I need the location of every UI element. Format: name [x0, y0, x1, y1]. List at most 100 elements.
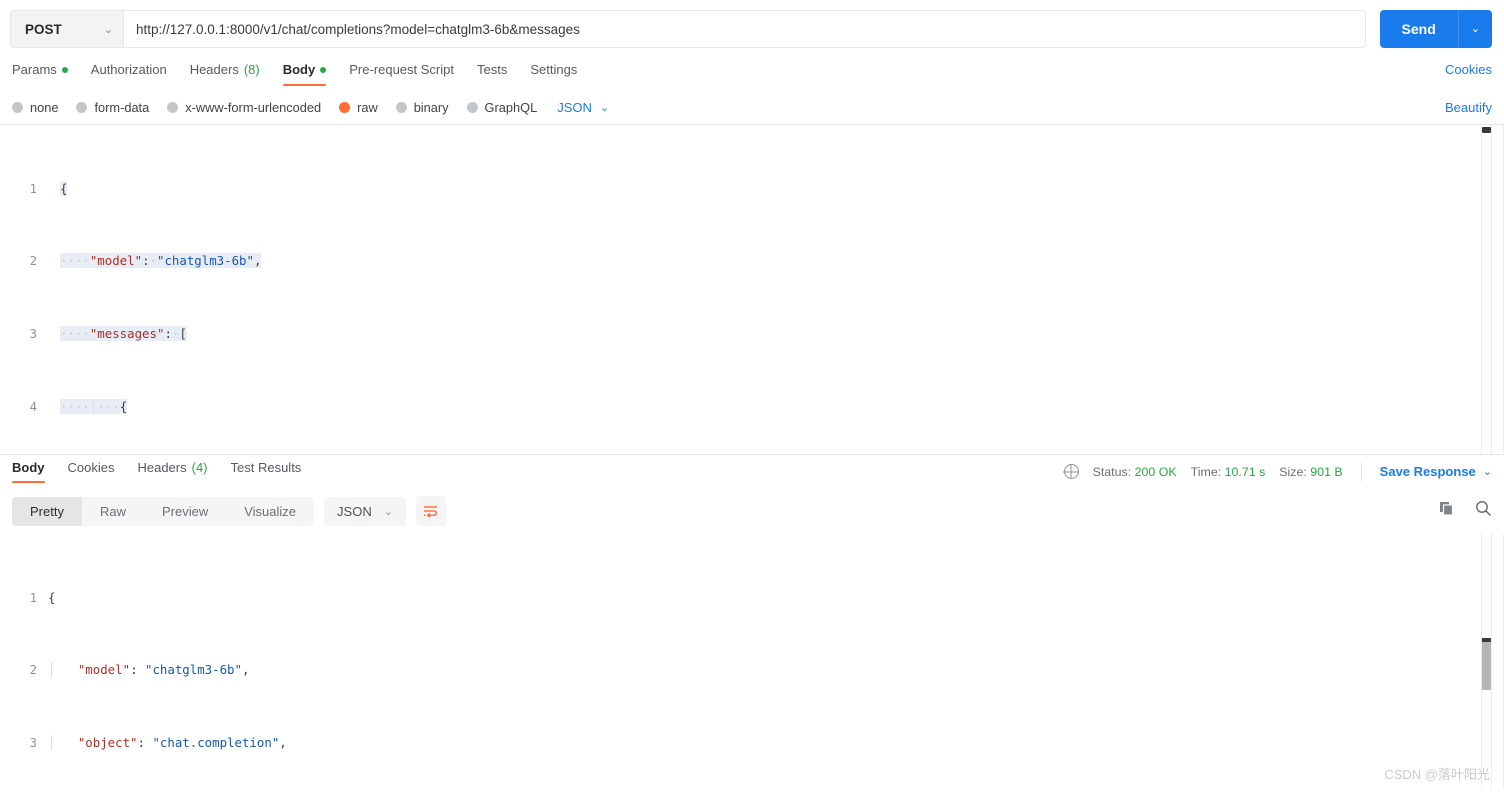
send-button-group[interactable]: Send ⌄ — [1379, 10, 1492, 48]
tab-count: (4) — [191, 460, 208, 475]
raw-format-value: JSON — [557, 99, 592, 115]
time-label: Time: — [1190, 464, 1222, 479]
chevron-down-icon: ⌄ — [383, 505, 393, 518]
response-view-bar: Pretty Raw Preview Visualize JSON ⌄ — [0, 488, 1504, 534]
response-tab-test-results[interactable]: Test Results — [231, 460, 302, 483]
req-model-value: "chatglm3-6b" — [157, 253, 254, 269]
tab-label: Settings — [530, 62, 578, 77]
tab-label: Pre-request Script — [349, 62, 454, 77]
request-code[interactable]: 1{ 2 ····"model":·"chatglm3-6b", 3 ····"me… — [0, 125, 1504, 454]
cookies-link[interactable]: Cookies — [1445, 62, 1492, 86]
postman-window: POST ⌄ Send ⌄ Params Authorization Heade… — [0, 0, 1504, 803]
radio-icon — [76, 101, 88, 113]
response-code[interactable]: 1{ 2 │ "model": "chatglm3-6b", 3 │ "object… — [0, 534, 1504, 789]
tab-body[interactable]: Body — [282, 62, 327, 86]
body-type-graphql[interactable]: GraphQL — [466, 99, 538, 115]
view-mode-preview[interactable]: Preview — [144, 497, 226, 526]
request-body-editor[interactable]: 1{ 2 ····"model":·"chatglm3-6b", 3 ····"me… — [0, 124, 1504, 454]
code-line: 1{ — [0, 589, 1504, 607]
wrap-lines-button[interactable] — [415, 496, 446, 526]
body-type-label: none — [30, 99, 59, 115]
line-number: 4 — [29, 400, 37, 414]
http-method-select[interactable]: POST ⌄ — [10, 10, 123, 48]
response-format-value: JSON — [337, 503, 372, 519]
tab-headers[interactable]: Headers (8) — [190, 62, 260, 86]
response-editor-scrollbar-thumb-cap[interactable] — [1482, 638, 1491, 642]
radio-icon — [466, 101, 478, 113]
response-tab-headers[interactable]: Headers (4) — [137, 460, 207, 483]
body-type-label: GraphQL — [484, 99, 538, 115]
raw-format-select[interactable]: JSON ⌄ — [557, 100, 609, 115]
body-type-none[interactable]: none — [12, 100, 58, 115]
body-type-x-www-form-urlencoded[interactable]: x-www-form-urlencoded — [167, 100, 321, 115]
response-tab-bar: Body Cookies Headers (4) Test Results St… — [0, 454, 1504, 488]
code-line: 2 ····"model":·"chatglm3-6b", — [0, 252, 1504, 270]
body-type-raw[interactable]: raw — [339, 100, 378, 115]
response-tab-cookies[interactable]: Cookies — [68, 460, 115, 483]
code-line: 4 ····┊···{ — [0, 398, 1504, 416]
tab-label: Test Results — [230, 460, 302, 475]
request-editor-scrollbar-thumb[interactable] — [1482, 127, 1491, 133]
radio-icon-selected — [339, 101, 351, 113]
resp-model-value: "chatglm3-6b" — [144, 662, 242, 678]
response-format-select[interactable]: JSON ⌄ — [324, 496, 406, 526]
line-number: 1 — [29, 590, 37, 605]
tab-label: Body — [12, 460, 45, 475]
save-response-label: Save Response — [1379, 464, 1476, 479]
line-number: 2 — [29, 663, 37, 678]
wrap-lines-icon — [424, 505, 438, 518]
view-mode-pretty[interactable]: Pretty — [12, 496, 82, 526]
line-number: 3 — [29, 327, 37, 342]
status-label: Status: — [1092, 464, 1132, 479]
modified-dot-icon — [320, 66, 327, 73]
size-value: 901 B — [1310, 464, 1343, 479]
response-tab-body[interactable]: Body — [12, 460, 45, 483]
line-number: 1 — [29, 181, 37, 196]
tab-settings[interactable]: Settings — [530, 62, 577, 86]
time-item: Time: 10.71 s — [1191, 465, 1266, 479]
globe-icon — [1063, 464, 1079, 479]
body-type-row: none form-data x-www-form-urlencoded raw… — [0, 90, 1504, 124]
request-tab-bar: Params Authorization Headers (8) Body Pr… — [0, 58, 1504, 90]
tab-tests[interactable]: Tests — [477, 62, 507, 86]
response-body-viewer[interactable]: 1{ 2 │ "model": "chatglm3-6b", 3 │ "object… — [0, 534, 1504, 789]
search-icon[interactable] — [1475, 500, 1492, 522]
response-editor-scrollbar-thumb[interactable] — [1482, 640, 1491, 690]
tab-label: Headers — [137, 460, 187, 475]
copy-icon[interactable] — [1439, 501, 1455, 522]
radio-icon — [395, 101, 407, 113]
watermark: CSDN @落叶阳光 — [1384, 767, 1490, 782]
body-type-label: form-data — [94, 99, 150, 115]
send-options-chevron-icon[interactable]: ⌄ — [1459, 10, 1492, 48]
tab-count: (8) — [243, 62, 260, 77]
body-type-label: x-www-form-urlencoded — [185, 99, 322, 115]
code-line: 2 │ "model": "chatglm3-6b", — [0, 661, 1504, 679]
time-value: 10.71 s — [1224, 464, 1266, 479]
radio-icon — [167, 101, 179, 113]
tab-label: Tests — [476, 62, 508, 77]
line-number: 3 — [29, 736, 37, 751]
tab-authorization[interactable]: Authorization — [91, 62, 167, 86]
save-response-button[interactable]: Save Response ⌄ — [1380, 464, 1492, 479]
resp-object-value: "chat.completion" — [152, 735, 280, 751]
request-url-input[interactable] — [123, 10, 1366, 48]
size-item: Size: 901 B — [1279, 465, 1342, 479]
status-item: Status: 200 OK — [1093, 465, 1177, 479]
line-number: 2 — [29, 254, 37, 269]
size-label: Size: — [1279, 464, 1307, 479]
tab-label: Params — [12, 62, 57, 77]
status-value: 200 OK — [1134, 464, 1177, 479]
request-editor-scrollbar-track[interactable] — [1481, 125, 1492, 454]
view-mode-raw[interactable]: Raw — [82, 497, 144, 526]
tab-params[interactable]: Params — [12, 62, 68, 86]
tab-pre-request-script[interactable]: Pre-request Script — [349, 62, 454, 86]
body-type-binary[interactable]: binary — [395, 100, 449, 115]
tab-label: Authorization — [90, 62, 167, 77]
tab-label: Cookies — [67, 460, 115, 475]
beautify-link[interactable]: Beautify — [1445, 100, 1492, 115]
send-button[interactable]: Send — [1380, 10, 1459, 48]
response-view-mode-group: Pretty Raw Preview Visualize — [12, 496, 315, 526]
body-type-form-data[interactable]: form-data — [76, 100, 149, 115]
view-mode-visualize[interactable]: Visualize — [226, 497, 314, 526]
code-line: 3 ····"messages":·[ — [0, 325, 1504, 343]
